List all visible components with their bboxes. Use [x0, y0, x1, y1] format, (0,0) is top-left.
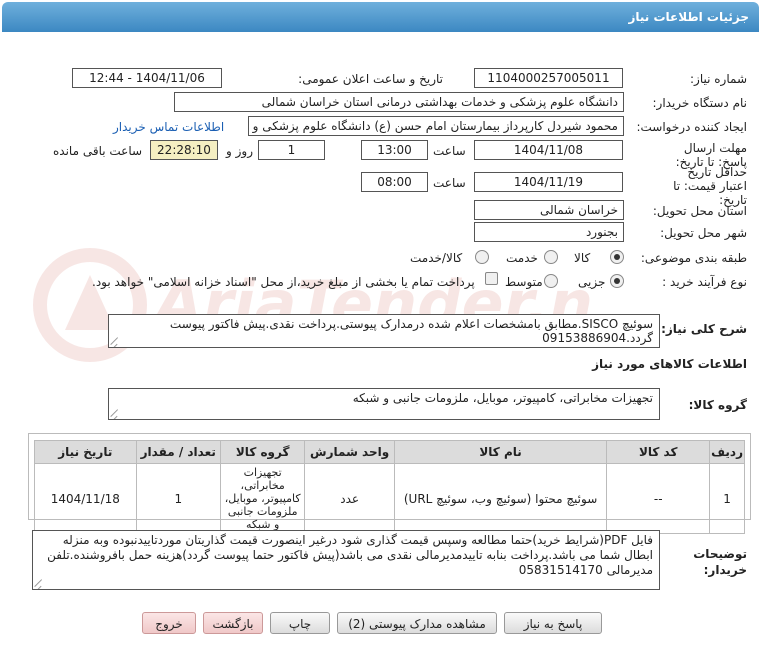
reply-date-field[interactable]: 1404/11/08 — [474, 140, 623, 160]
buyer-org-label: نام دستگاه خریدار: — [652, 96, 748, 110]
col-header-code: کد کالا — [606, 440, 711, 464]
col-header-unit: واحد شمارش — [304, 440, 395, 464]
need-number-label: شماره نیاز: — [690, 72, 747, 86]
remaining-time-field: 22:28:10 — [150, 140, 218, 160]
cell-unit: عدد — [304, 463, 395, 534]
reply-button[interactable]: پاسخ به نیاز — [504, 612, 602, 634]
cell-date: 1404/11/18 — [34, 463, 137, 534]
exit-button[interactable]: خروج — [142, 612, 196, 634]
category-goods-service-radio[interactable] — [475, 250, 489, 264]
city-field[interactable]: بجنورد — [474, 222, 624, 242]
goods-group-text: تجهیزات مخابراتی، کامپیوتر، موبایل، ملزو… — [352, 391, 653, 405]
remaining-label: ساعت باقی مانده — [53, 144, 143, 158]
province-field[interactable]: خراسان شمالی — [474, 200, 624, 220]
need-details-page: جزئیات اطلاعات نیاز AriaTender.net شماره… — [0, 0, 761, 648]
resize-handle-icon[interactable] — [35, 579, 43, 587]
items-table: ردیف کد کالا نام کالا واحد شمارش گروه کا… — [34, 440, 745, 534]
city-label: شهر محل تحویل: — [660, 226, 747, 240]
col-header-group: گروه کالا — [219, 440, 306, 464]
announce-label: تاریخ و ساعت اعلان عمومی: — [298, 72, 443, 86]
goods-info-title: اطلاعات کالاهای مورد نیاز — [592, 357, 747, 371]
resize-handle-icon[interactable] — [111, 409, 119, 417]
description-label: شرح کلی نیاز: — [661, 322, 747, 336]
cell-group: تجهیزات مخابراتی، کامپیوتر، موبایل، ملزو… — [219, 463, 306, 534]
col-header-qty: تعداد / مقدار — [135, 440, 221, 464]
category-service-label: خدمت — [506, 251, 538, 265]
province-label: استان محل تحویل: — [652, 204, 747, 218]
category-service-radio[interactable] — [544, 250, 558, 264]
process-partial-label: جزیی — [578, 275, 606, 289]
buyer-notes-text: فایل PDF(شرایط خرید)حتما مطالعه وسپس قیم… — [47, 533, 653, 577]
col-header-row: ردیف — [709, 440, 745, 464]
description-text: سوئیچ SISCO.مطابق بامشخصات اعلام شده درم… — [169, 317, 653, 345]
buyer-notes-textarea[interactable]: فایل PDF(شرایط خرید)حتما مطالعه وسپس قیم… — [32, 530, 660, 590]
table-row[interactable]: 1 -- سوئیچ محتوا (سوئیچ وب، سوئیچ URL) ع… — [34, 463, 745, 534]
col-header-date: تاریخ نیاز — [34, 440, 137, 464]
category-goods-radio[interactable] — [610, 250, 624, 264]
back-button[interactable]: بازگشت — [203, 612, 263, 634]
validity-time-label: ساعت — [433, 176, 466, 190]
validity-date-field[interactable]: 1404/11/19 — [474, 172, 623, 192]
price-validity-label: حداقل تاریخ اعتبار قیمت: تا تاریخ: — [673, 165, 747, 207]
process-medium-radio[interactable] — [544, 274, 558, 288]
treasury-note: پرداخت تمام یا بخشی از مبلغ خرید،از محل … — [92, 275, 475, 289]
view-attachments-button[interactable]: مشاهده مدارک پیوستی (2) — [337, 612, 497, 634]
description-textarea[interactable]: سوئیچ SISCO.مطابق بامشخصات اعلام شده درم… — [108, 314, 660, 348]
cell-code: -- — [606, 463, 711, 534]
goods-group-textarea[interactable]: تجهیزات مخابراتی، کامپیوتر، موبایل، ملزو… — [108, 388, 660, 420]
reply-time-label: ساعت — [433, 144, 466, 158]
cell-qty: 1 — [135, 463, 221, 534]
requester-label: ایجاد کننده درخواست: — [636, 120, 747, 134]
buyer-notes-label: توضیحات خریدار: — [693, 547, 747, 577]
validity-time-field[interactable]: 08:00 — [361, 172, 428, 192]
days-label: روز و — [226, 144, 253, 158]
category-goods-label: کالا — [574, 251, 591, 265]
category-goods-service-label: کالا/خدمت — [410, 251, 463, 265]
contact-buyer-link[interactable]: اطلاعات تماس خریدار — [113, 120, 224, 134]
goods-group-label: گروه کالا: — [688, 398, 747, 412]
print-button[interactable]: چاپ — [270, 612, 330, 634]
process-partial-radio[interactable] — [610, 274, 624, 288]
resize-handle-icon[interactable] — [111, 337, 119, 345]
reply-time-field[interactable]: 13:00 — [361, 140, 428, 160]
treasury-checkbox[interactable] — [485, 272, 498, 285]
cell-name: سوئیچ محتوا (سوئیچ وب، سوئیچ URL) — [393, 463, 608, 534]
col-header-name: نام کالا — [393, 440, 608, 464]
announce-field[interactable]: 1404/11/06 - 12:44 — [72, 68, 222, 88]
process-medium-label: متوسط — [505, 275, 543, 289]
process-label: نوع فرآیند خرید : — [662, 275, 747, 289]
category-label: طبقه بندی موضوعی: — [640, 251, 747, 265]
requester-field[interactable]: محمود شیردل کارپرداز بیمارستان امام حسن … — [248, 116, 624, 136]
cell-row: 1 — [709, 463, 745, 534]
need-number-field[interactable]: 1104000257005011 — [474, 68, 623, 88]
page-title: جزئیات اطلاعات نیاز — [2, 2, 759, 32]
buyer-org-field[interactable]: دانشگاه علوم پزشکی و خدمات بهداشتی درمان… — [174, 92, 624, 112]
days-field[interactable]: 1 — [258, 140, 325, 160]
